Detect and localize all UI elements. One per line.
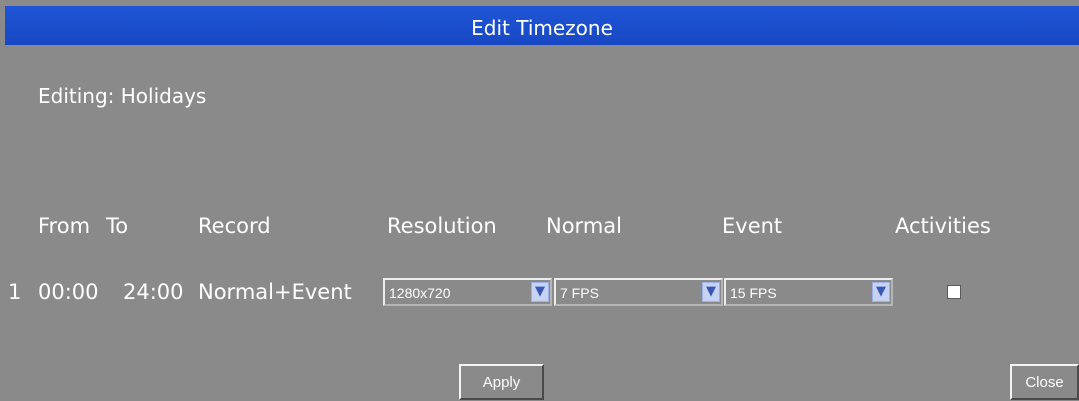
row-to-time: 24:00 xyxy=(123,280,184,304)
normal-fps-select[interactable]: 7 FPS ▼ xyxy=(554,278,723,306)
chevron-down-icon[interactable]: ▼ xyxy=(531,282,549,302)
normal-fps-select-value: 7 FPS xyxy=(560,285,599,301)
header-activities: Activities xyxy=(895,214,991,238)
header-from: From xyxy=(38,214,91,238)
header-record: Record xyxy=(198,214,271,238)
row-index: 1 xyxy=(8,280,22,304)
chevron-down-icon[interactable]: ▼ xyxy=(702,282,720,302)
close-button[interactable]: Close xyxy=(1010,364,1079,400)
resolution-select[interactable]: 1280x720 ▼ xyxy=(383,278,552,306)
chevron-down-icon[interactable]: ▼ xyxy=(872,282,890,302)
editing-label: Editing: Holidays xyxy=(38,84,207,108)
header-to: To xyxy=(106,214,129,238)
dialog-title: Edit Timezone xyxy=(471,16,613,40)
event-fps-select-value: 15 FPS xyxy=(730,285,777,301)
header-event: Event xyxy=(722,214,783,238)
resolution-select-value: 1280x720 xyxy=(389,285,451,301)
row-record-mode: Normal+Event xyxy=(198,280,352,304)
header-resolution: Resolution xyxy=(387,214,497,238)
dialog-titlebar: Edit Timezone xyxy=(5,5,1079,45)
row-from-time: 00:00 xyxy=(38,280,99,304)
apply-button[interactable]: Apply xyxy=(459,364,544,400)
activities-checkbox[interactable] xyxy=(947,285,961,299)
header-normal: Normal xyxy=(546,214,622,238)
event-fps-select[interactable]: 15 FPS ▼ xyxy=(724,278,893,306)
